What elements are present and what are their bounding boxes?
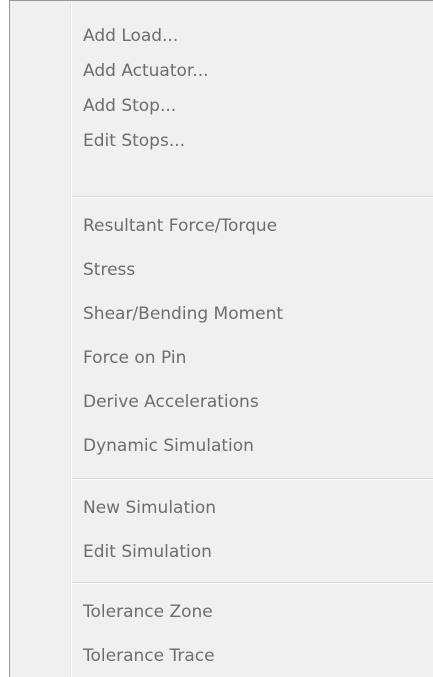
menu-item-force-on-pin[interactable]: Force on Pin [72,341,433,375]
context-menu: Add Load... Add Actuator... Add Stop... … [9,0,433,677]
menu-item-edit-simulation[interactable]: Edit Simulation [72,535,433,569]
menu-item-resultant-force-torque[interactable]: Resultant Force/Torque [72,209,433,243]
menu-separator [72,582,433,584]
menu-item-add-load[interactable]: Add Load... [72,19,433,53]
menu-item-dynamic-simulation[interactable]: Dynamic Simulation [72,429,433,463]
menu-item-shear-bending-moment[interactable]: Shear/Bending Moment [72,297,433,331]
menu-item-add-actuator[interactable]: Add Actuator... [72,54,433,88]
menu-item-new-simulation[interactable]: New Simulation [72,491,433,525]
menu-item-stress[interactable]: Stress [72,253,433,287]
menu-separator [72,196,433,198]
menu-item-derive-accelerations[interactable]: Derive Accelerations [72,385,433,419]
menu-item-add-stop[interactable]: Add Stop... [72,89,433,123]
menu-separator [72,478,433,480]
menu-item-tolerance-trace[interactable]: Tolerance Trace [72,639,433,673]
menu-item-edit-stops[interactable]: Edit Stops... [72,124,433,158]
menu-item-tolerance-zone[interactable]: Tolerance Zone [72,595,433,629]
